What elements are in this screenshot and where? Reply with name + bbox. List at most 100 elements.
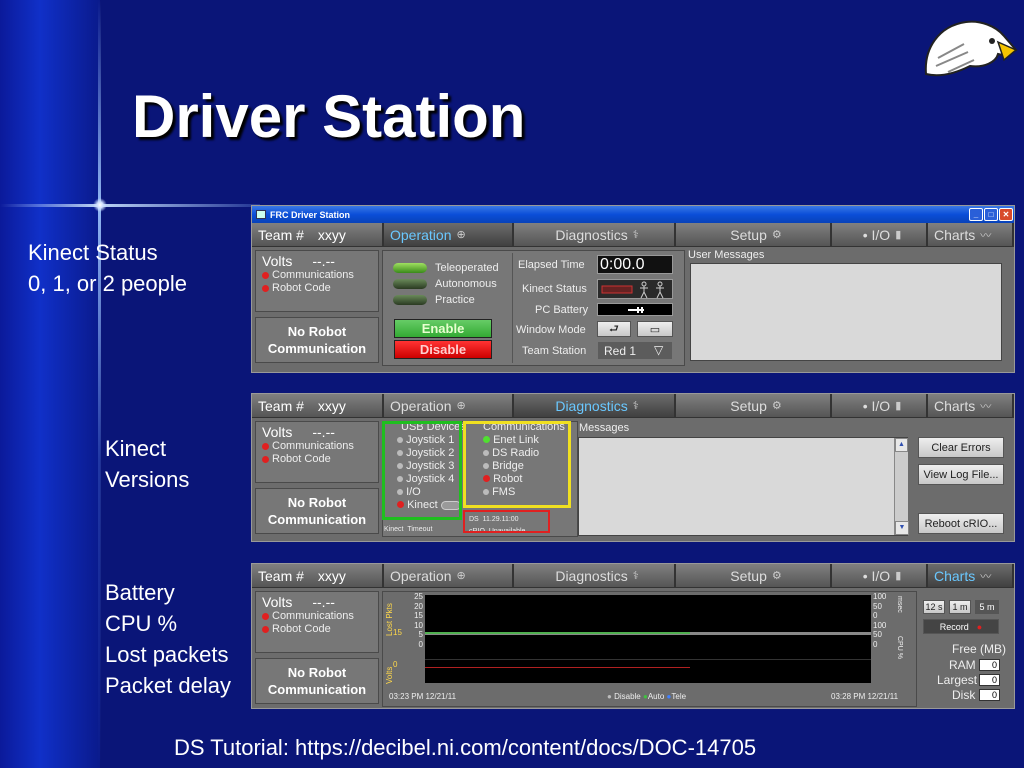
tab-setup[interactable]: Setup ⚙ [676, 564, 832, 587]
scroll-up-icon[interactable]: ▲ [895, 438, 908, 452]
status-line: No Robot [287, 495, 347, 510]
annotation-line: Lost packets [105, 642, 229, 667]
annotation-line: Packet delay [105, 673, 231, 698]
robot-code-indicator: Robot Code [272, 623, 331, 635]
maximize-button[interactable]: □ [984, 208, 998, 221]
tab-operation[interactable]: Operation ⊕ [384, 394, 514, 417]
communications-indicator: Communications [272, 440, 354, 452]
window-mode-label: Window Mode [516, 324, 586, 336]
robot-code-indicator: Robot Code [272, 453, 331, 465]
messages-scrollbar[interactable]: ▲ ▼ [894, 438, 909, 535]
glow-line-horizontal [0, 204, 260, 207]
annotation-kinect-status: Kinect Status 0, 1, or 2 people [28, 237, 187, 299]
tab-setup[interactable]: Setup ⚙ [676, 223, 832, 246]
tick-label: 10 [414, 620, 423, 630]
messages-box[interactable] [578, 437, 908, 536]
team-station-select[interactable]: Red 1 ▽ [597, 341, 673, 360]
tab-label: Diagnostics [555, 567, 628, 584]
status-line: No Robot [287, 665, 347, 680]
mode-label-teleoperated: Teleoperated [435, 262, 499, 274]
mode-selector-autonomous[interactable] [393, 279, 427, 289]
tab-charts[interactable]: Charts 〰 [928, 564, 1014, 587]
annotation-line: Battery [105, 580, 175, 605]
mode-label-practice: Practice [435, 294, 475, 306]
tab-operation[interactable]: Operation ⊕ [384, 564, 514, 587]
view-log-file-button[interactable]: View Log File... [918, 464, 1004, 485]
window-mode-docked-button[interactable]: ⮐ [597, 321, 631, 337]
eagle-logo-icon [924, 20, 1018, 77]
tab-setup[interactable]: Setup ⚙ [676, 394, 832, 417]
tab-diagnostics[interactable]: Diagnostics ⚕ [514, 394, 676, 417]
clear-errors-button[interactable]: Clear Errors [918, 437, 1004, 458]
team-value: xxyy [317, 567, 346, 584]
kinect-people-icon [601, 281, 664, 299]
range-1m-button[interactable]: 1 m [949, 600, 971, 614]
no-robot-communication-status: No Robot Communication [255, 488, 379, 534]
tab-io[interactable]: • I/O ▮ [832, 223, 928, 246]
record-button[interactable]: Record ● [923, 619, 999, 634]
status-dot-icon [262, 456, 269, 463]
app-icon [256, 210, 266, 219]
team-station-value: Red 1 [604, 344, 637, 358]
tab-operation[interactable]: Operation ⊕ [384, 223, 514, 246]
tab-bar: Team # xxyy Operation ⊕ Diagnostics ⚕ Setup… [252, 223, 1014, 247]
window-titlebar: FRC Driver Station _ □ ✕ [252, 206, 1014, 223]
charts-panel: Lost Pkts Volts 25 20 15 10 5 0 15 0 100… [382, 591, 917, 707]
range-12s-button[interactable]: 12 s [923, 600, 945, 614]
tab-io[interactable]: • I/O ▮ [832, 564, 928, 587]
scroll-down-icon[interactable]: ▼ [895, 521, 909, 535]
tab-charts[interactable]: Charts 〰 [928, 223, 1014, 246]
ram-value: 0 [979, 659, 1000, 671]
annotation-line: 0, 1, or 2 people [28, 271, 188, 296]
free-memory-label: Free (MB) [952, 642, 1006, 656]
tab-diagnostics[interactable]: Diagnostics ⚕ [514, 223, 676, 246]
footer-tutorial-link[interactable]: DS Tutorial: https://decibel.ni.com/cont… [174, 735, 756, 761]
status-line: Communication [267, 512, 367, 527]
mode-selector-practice[interactable] [393, 295, 427, 305]
chevron-down-icon: ▽ [654, 343, 664, 357]
tab-charts[interactable]: Charts 〰 [928, 394, 1014, 417]
battery-status-panel: Volts --.-- Communications Robot Code [255, 421, 379, 483]
close-button[interactable]: ✕ [999, 208, 1013, 221]
annotation-line: Kinect [105, 436, 167, 461]
reboot-crio-button[interactable]: Reboot cRIO... [918, 513, 1004, 534]
pc-battery-label: PC Battery [535, 304, 589, 316]
versions-highlight [463, 510, 550, 533]
user-messages-box[interactable] [690, 263, 1002, 361]
mode-selector-teleoperated[interactable] [393, 263, 427, 273]
usb-devices-highlight [382, 421, 462, 520]
status-line: No Robot [287, 324, 347, 339]
communications-highlight [463, 421, 571, 508]
legend-label: Disable [614, 692, 641, 701]
team-label: Team # [258, 397, 304, 414]
chart-icon: 〰 [980, 400, 992, 413]
status-dot-icon [262, 613, 269, 620]
messages-label: Messages [579, 422, 630, 434]
enable-button[interactable]: Enable [394, 319, 492, 338]
tick-label: 100 [873, 620, 887, 630]
performance-chart[interactable] [425, 595, 871, 683]
record-label: Record [939, 621, 969, 632]
communications-indicator: Communications [272, 610, 354, 622]
minimize-button[interactable]: _ [969, 208, 983, 221]
chart-start-time: 03:23 PM 12/21/11 [389, 692, 457, 701]
range-5m-button[interactable]: 5 m [975, 600, 999, 614]
ram-label: RAM [949, 658, 976, 672]
tab-io[interactable]: • I/O ▮ [832, 394, 928, 417]
chart-line-volts [425, 632, 690, 634]
communications-indicator: Communications [272, 269, 354, 281]
disable-button[interactable]: Disable [394, 340, 492, 359]
slide-title: Driver Station [132, 83, 526, 150]
driver-station-window-charts: Team # xxyy Operation ⊕ Diagnostics ⚕ Setup… [251, 563, 1015, 709]
window-mode-floating-button[interactable]: ▭ [637, 321, 673, 337]
joystick-icon: ⊕ [456, 400, 466, 412]
volts-value: --.-- [312, 594, 335, 610]
legend-label: Tele [671, 692, 687, 701]
status-dot-icon [262, 272, 269, 279]
tab-diagnostics[interactable]: Diagnostics ⚕ [514, 564, 676, 587]
disk-label: Disk [952, 688, 976, 702]
tick-label: 0 [873, 639, 878, 649]
right-tick-labels: 100 50 0 100 50 0 [873, 592, 886, 649]
elapsed-time-display: 0:00.0 [597, 255, 673, 274]
record-dot-icon: ● [976, 621, 983, 632]
